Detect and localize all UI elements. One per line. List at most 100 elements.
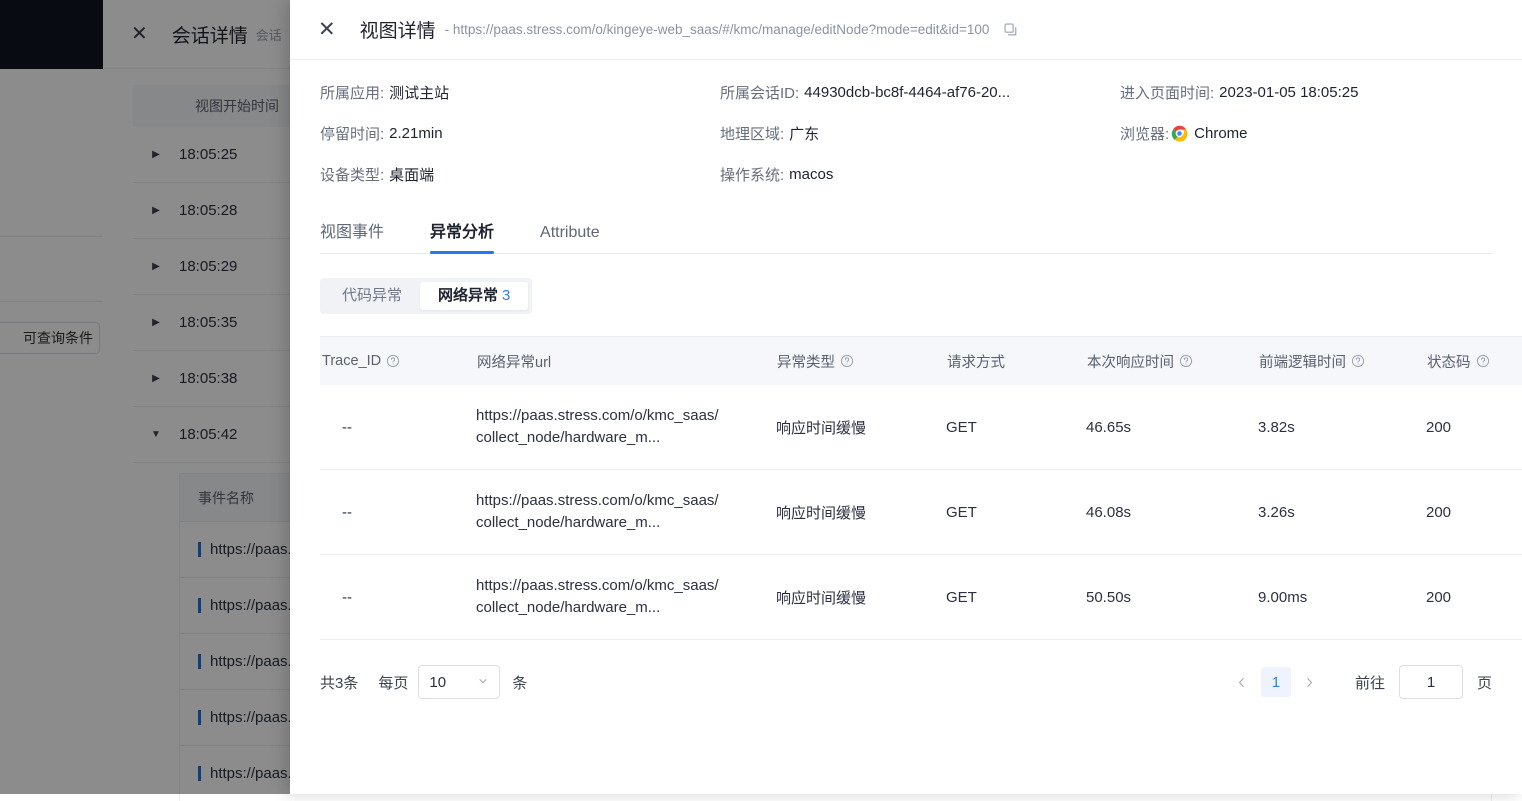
view-detail-modal: ✕ 视图详情 - https://paas.stress.com/o/kinge… bbox=[290, 0, 1522, 794]
info-value: 2023-01-05 18:05:25 bbox=[1219, 84, 1359, 101]
cell-trace-id: -- bbox=[320, 469, 475, 555]
pagination-goto-label: 前往 bbox=[1354, 674, 1385, 692]
help-icon[interactable] bbox=[1351, 354, 1365, 368]
pagination-page-1[interactable]: 1 bbox=[1260, 667, 1291, 697]
info-browser: 浏览器: Chrome bbox=[1120, 123, 1492, 144]
copy-icon[interactable] bbox=[1003, 22, 1018, 37]
cell-url-text: https://paas.stress.com/o/kmc_saas/colle… bbox=[476, 492, 719, 531]
table-row[interactable]: -- https://paas.stress.com/o/kmc_saas/co… bbox=[320, 469, 1522, 555]
pagination-goto-unit: 页 bbox=[1476, 674, 1492, 692]
table-row[interactable]: -- https://paas.stress.com/o/kmc_saas/co… bbox=[320, 554, 1522, 640]
tab-attribute[interactable]: Attribute bbox=[540, 224, 600, 253]
cell-frontend-logic-time: 3.82s bbox=[1257, 385, 1425, 470]
close-icon[interactable]: ✕ bbox=[318, 19, 336, 40]
pagination-controls: 1 前往 页 bbox=[1227, 665, 1492, 699]
cell-status-code: 200 bbox=[1425, 469, 1522, 555]
tab-exception-analysis[interactable]: 异常分析 bbox=[430, 218, 495, 254]
info-session-id: 所属会话ID: 44930dcb-bc8f-4464-af76-20... bbox=[720, 82, 1120, 103]
help-icon[interactable] bbox=[386, 354, 400, 368]
column-header-exception-type: 异常类型 bbox=[775, 337, 945, 385]
cell-exception-type: 响应时间缓慢 bbox=[775, 385, 945, 470]
cell-exception-type: 响应时间缓慢 bbox=[775, 554, 945, 640]
help-icon[interactable] bbox=[840, 354, 854, 368]
page-title: 视图详情 bbox=[359, 21, 436, 42]
info-value: Chrome bbox=[1194, 125, 1248, 142]
column-label: 状态码 bbox=[1427, 354, 1471, 371]
pagination: 共3条 每页 10 条 1 前往 页 bbox=[320, 662, 1492, 702]
modal-url: - https://paas.stress.com/o/kingeye-web_… bbox=[444, 22, 990, 37]
info-enter-time: 进入页面时间: 2023-01-05 18:05:25 bbox=[1120, 82, 1492, 103]
page-size-value: 10 bbox=[429, 673, 447, 691]
column-label: 前端逻辑时间 bbox=[1259, 354, 1346, 371]
cell-frontend-logic-time: 3.26s bbox=[1257, 469, 1425, 555]
cell-method: GET bbox=[945, 554, 1085, 640]
cell-url: https://paas.stress.com/o/kmc_saas/colle… bbox=[475, 385, 775, 470]
info-value: 44930dcb-bc8f-4464-af76-20... bbox=[804, 84, 1011, 101]
cell-exception-type: 响应时间缓慢 bbox=[775, 469, 945, 555]
segment-network-exception[interactable]: 网络异常 3 bbox=[420, 282, 529, 310]
chevron-down-icon bbox=[477, 674, 489, 691]
column-header-response-time: 本次响应时间 bbox=[1085, 337, 1257, 385]
view-info-grid: 所属应用: 测试主站 所属会话ID: 44930dcb-bc8f-4464-af… bbox=[290, 60, 1522, 191]
pagination-per-page-label: 每页 bbox=[378, 674, 409, 692]
pagination-per-page-unit: 条 bbox=[512, 674, 528, 692]
column-header-frontend-logic-time: 前端逻辑时间 bbox=[1257, 337, 1425, 385]
pagination-total: 共3条 bbox=[320, 674, 359, 692]
column-header-trace-id: Trace_ID bbox=[320, 337, 475, 385]
pagination-goto-input[interactable] bbox=[1398, 665, 1463, 699]
cell-url: https://paas.stress.com/o/kmc_saas/colle… bbox=[475, 554, 775, 640]
info-value: 桌面端 bbox=[389, 167, 435, 184]
column-label: 网络异常url bbox=[477, 354, 552, 371]
column-label: 异常类型 bbox=[777, 354, 835, 371]
cell-url-text: https://paas.stress.com/o/kmc_saas/colle… bbox=[476, 577, 719, 616]
info-label: 停留时间: bbox=[320, 126, 385, 143]
info-label: 所属会话ID: bbox=[720, 85, 800, 102]
cell-frontend-logic-time: 9.00ms bbox=[1257, 554, 1425, 640]
cell-url-text: https://paas.stress.com/o/kmc_saas/colle… bbox=[476, 407, 719, 446]
column-label: 本次响应时间 bbox=[1087, 354, 1174, 371]
info-duration: 停留时间: 2.21min bbox=[320, 123, 720, 144]
column-header-status-code: 状态码 bbox=[1425, 337, 1522, 385]
info-app: 所属应用: 测试主站 bbox=[320, 82, 720, 103]
column-header-method: 请求方式 bbox=[945, 337, 1085, 385]
cell-status-code: 200 bbox=[1425, 554, 1522, 640]
exception-type-segmented-control: 代码异常 网络异常 3 bbox=[320, 278, 533, 314]
page-size-select[interactable]: 10 bbox=[418, 665, 501, 699]
info-value: 2.21min bbox=[389, 125, 443, 142]
chevron-left-icon[interactable] bbox=[1227, 667, 1257, 697]
info-label: 浏览器: bbox=[1120, 126, 1170, 143]
cell-response-time: 46.08s bbox=[1085, 469, 1257, 555]
column-label: Trace_ID bbox=[322, 353, 382, 369]
table-row[interactable]: -- https://paas.stress.com/o/kmc_saas/co… bbox=[320, 385, 1522, 470]
info-value: 测试主站 bbox=[389, 85, 450, 102]
segment-label: 代码异常 bbox=[342, 287, 403, 304]
segment-label: 网络异常 bbox=[438, 287, 499, 304]
info-label: 所属应用: bbox=[320, 85, 385, 102]
cell-trace-id: -- bbox=[320, 554, 475, 640]
chevron-right-icon[interactable] bbox=[1295, 667, 1325, 697]
tab-view-events[interactable]: 视图事件 bbox=[320, 218, 384, 253]
table-header-row: Trace_ID 网络异常url 异常类型 请求方式 本次响应时间 前端逻辑时间… bbox=[320, 337, 1522, 385]
help-icon[interactable] bbox=[1179, 354, 1193, 368]
info-value: macos bbox=[789, 166, 834, 183]
info-label: 操作系统: bbox=[720, 167, 785, 184]
cell-url: https://paas.stress.com/o/kmc_saas/colle… bbox=[475, 469, 775, 555]
cell-response-time: 50.50s bbox=[1085, 554, 1257, 640]
help-icon[interactable] bbox=[1476, 354, 1490, 368]
cell-method: GET bbox=[945, 385, 1085, 470]
cell-method: GET bbox=[945, 469, 1085, 555]
column-header-url: 网络异常url bbox=[475, 337, 775, 385]
info-value: 广东 bbox=[789, 126, 820, 143]
info-label: 设备类型: bbox=[320, 167, 385, 184]
info-label: 地理区域: bbox=[720, 126, 785, 143]
detail-tabs: 视图事件 异常分析 Attribute bbox=[320, 207, 1492, 254]
segment-count-badge: 3 bbox=[502, 287, 511, 304]
segment-code-exception[interactable]: 代码异常 bbox=[324, 282, 420, 310]
cell-trace-id: -- bbox=[320, 385, 475, 470]
chrome-icon bbox=[1171, 125, 1188, 142]
cell-status-code: 200 bbox=[1425, 385, 1522, 470]
info-region: 地理区域: 广东 bbox=[720, 123, 1120, 144]
info-device-type: 设备类型: 桌面端 bbox=[320, 164, 720, 185]
info-os: 操作系统: macos bbox=[720, 164, 1120, 185]
